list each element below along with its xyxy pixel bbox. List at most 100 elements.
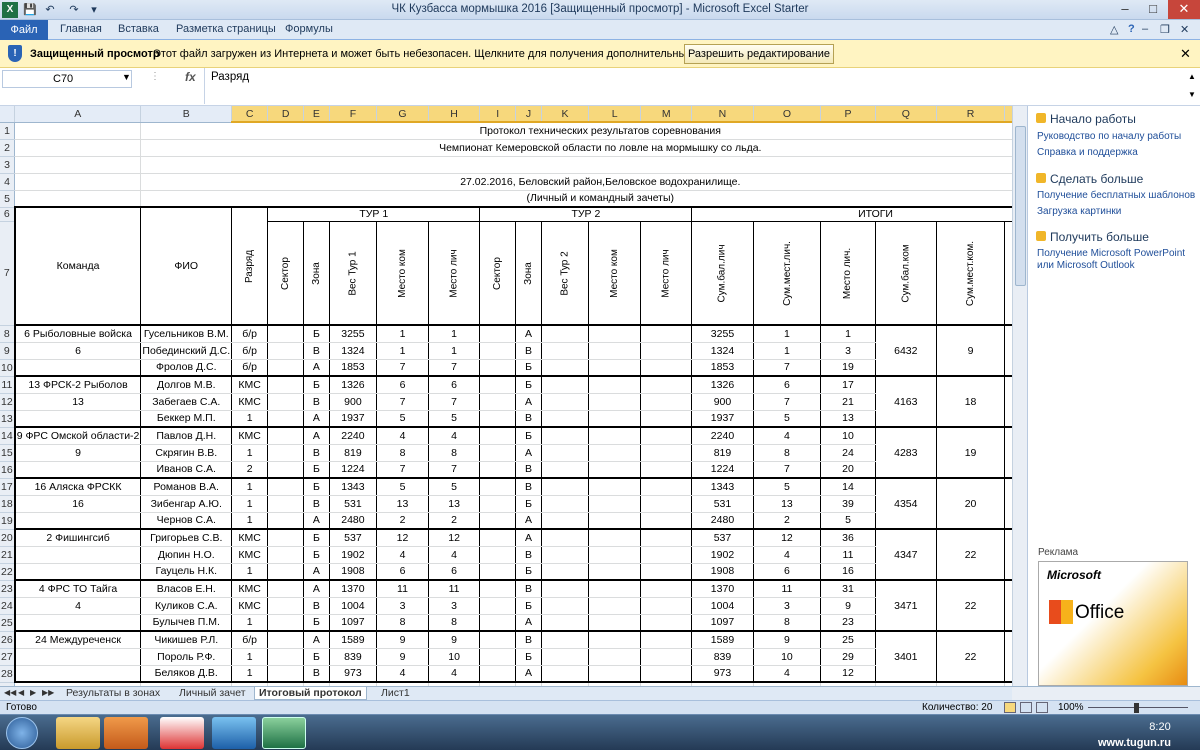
- zone-cell[interactable]: Б: [303, 614, 330, 632]
- weight-cell[interactable]: 1326: [329, 375, 378, 394]
- col-header-O[interactable]: O: [753, 106, 822, 123]
- weight-cell[interactable]: 1343: [329, 477, 378, 496]
- row-header-23[interactable]: 23: [0, 580, 16, 598]
- place-l-cell[interactable]: 36: [820, 528, 876, 547]
- place-pers2-cell[interactable]: [640, 546, 693, 564]
- place-pers2-cell[interactable]: [640, 410, 693, 428]
- weight2-cell[interactable]: [541, 546, 590, 564]
- sheet-tab-personal[interactable]: Личный зачет: [175, 687, 250, 700]
- rank-cell[interactable]: 1: [231, 495, 269, 513]
- team-name[interactable]: 9 ФРС Омской области-2: [13, 426, 142, 445]
- rank-cell[interactable]: 1: [231, 665, 269, 683]
- pane-link[interactable]: Загрузка картинки: [1037, 206, 1197, 218]
- normal-view-icon[interactable]: [1004, 702, 1016, 713]
- sum-places-cell[interactable]: 7: [753, 461, 822, 479]
- weight-cell[interactable]: 973: [329, 665, 378, 683]
- sum-score-cell[interactable]: 973: [691, 665, 754, 683]
- prev-sheet-icon[interactable]: ◀: [18, 688, 24, 697]
- col-header-place_l[interactable]: Место лич.: [820, 221, 876, 326]
- zone2-cell[interactable]: А: [515, 512, 542, 530]
- fio-cell[interactable]: Григорьев С.В.: [140, 528, 233, 547]
- weight-cell[interactable]: 1004: [329, 597, 378, 615]
- sheet-tab-zones[interactable]: Результаты в зонах: [62, 687, 164, 700]
- sector-cell[interactable]: [267, 324, 305, 343]
- cell[interactable]: [13, 614, 142, 632]
- zone2-cell[interactable]: Б: [515, 426, 542, 445]
- col-header-zone2[interactable]: Зона: [515, 221, 542, 326]
- clock[interactable]: 8:20: [1140, 721, 1180, 733]
- place-team-cell[interactable]: 12: [376, 528, 429, 547]
- place-l-cell[interactable]: 13: [820, 410, 876, 428]
- zone2-cell[interactable]: Б: [515, 648, 542, 666]
- place-pers2-cell[interactable]: [640, 342, 693, 360]
- sector-cell[interactable]: [267, 597, 305, 615]
- row-header-22[interactable]: 22: [0, 563, 16, 581]
- rank-cell[interactable]: 1: [231, 512, 269, 530]
- title-cell[interactable]: 27.02.2016, Беловский район,Беловское во…: [140, 173, 1012, 191]
- sector2-cell[interactable]: [479, 461, 517, 479]
- col-header-N[interactable]: N: [691, 106, 754, 123]
- sum-places-cell[interactable]: 7: [753, 359, 822, 377]
- rank-cell[interactable]: КМС: [231, 597, 269, 615]
- place-team-cell[interactable]: 6: [376, 375, 429, 394]
- sector2-cell[interactable]: [479, 665, 517, 683]
- rank-cell[interactable]: 2: [231, 461, 269, 479]
- sum-places-cell[interactable]: 11: [753, 579, 822, 598]
- place-team2-cell[interactable]: [588, 665, 641, 683]
- title-cell[interactable]: Протокол технических результатов соревно…: [140, 122, 1012, 140]
- row-header-3[interactable]: 3: [0, 156, 16, 174]
- team-sum-cell[interactable]: 4347: [875, 528, 937, 581]
- place-pers2-cell[interactable]: [640, 461, 693, 479]
- team-places-cell[interactable]: 20: [936, 477, 1006, 530]
- row-header-25[interactable]: 25: [0, 614, 16, 632]
- rank-cell[interactable]: б/р: [231, 630, 269, 649]
- team-places-cell[interactable]: 22: [936, 528, 1006, 581]
- sum-places-cell[interactable]: 1: [753, 324, 822, 343]
- sum-places-cell[interactable]: 6: [753, 563, 822, 581]
- weight2-cell[interactable]: [541, 597, 590, 615]
- team-sum-cell[interactable]: 4283: [875, 426, 937, 479]
- weight2-cell[interactable]: [541, 375, 590, 394]
- rank-cell[interactable]: КМС: [231, 579, 269, 598]
- zone-cell[interactable]: А: [303, 512, 330, 530]
- place-team-cell[interactable]: 7: [376, 359, 429, 377]
- row-header-21[interactable]: 21: [0, 546, 16, 564]
- scroll-thumb[interactable]: [1015, 126, 1026, 286]
- team-places-cell[interactable]: 22: [936, 630, 1006, 683]
- sector-cell[interactable]: [267, 579, 305, 598]
- place-l-cell[interactable]: 31: [820, 579, 876, 598]
- team-number[interactable]: [13, 546, 142, 564]
- weight-cell[interactable]: 1937: [329, 410, 378, 428]
- row-header-19[interactable]: 19: [0, 512, 16, 530]
- sum-score-cell[interactable]: 1326: [691, 375, 754, 394]
- row-header-10[interactable]: 10: [0, 359, 16, 377]
- team-number[interactable]: 9: [13, 444, 142, 462]
- zone2-cell[interactable]: В: [515, 342, 542, 360]
- rank-cell[interactable]: б/р: [231, 324, 269, 343]
- col-header-B[interactable]: B: [140, 106, 233, 123]
- zone-cell[interactable]: В: [303, 444, 330, 462]
- weight2-cell[interactable]: [541, 648, 590, 666]
- rank-cell[interactable]: 1: [231, 614, 269, 632]
- ribbon-collapse-icon[interactable]: △: [1110, 23, 1118, 36]
- sector-cell[interactable]: [267, 614, 305, 632]
- fio-cell[interactable]: Гауцель Н.К.: [140, 563, 233, 581]
- weight-cell[interactable]: 1589: [329, 630, 378, 649]
- place-l-cell[interactable]: 1: [820, 324, 876, 343]
- place-l-cell[interactable]: 3: [820, 342, 876, 360]
- place-l-cell[interactable]: 16: [820, 563, 876, 581]
- weight-cell[interactable]: 1902: [329, 546, 378, 564]
- place-team-cell[interactable]: 3: [376, 597, 429, 615]
- place-pers-cell[interactable]: 4: [428, 665, 481, 683]
- rank-cell[interactable]: б/р: [231, 342, 269, 360]
- zone-cell[interactable]: А: [303, 426, 330, 445]
- zone2-cell[interactable]: В: [515, 630, 542, 649]
- place-team2-cell[interactable]: [588, 375, 641, 394]
- col-header-H[interactable]: H: [428, 106, 481, 123]
- col-header-weight1[interactable]: Вес Тур 1: [329, 221, 378, 326]
- zone2-cell[interactable]: Б: [515, 359, 542, 377]
- zone2-cell[interactable]: Б: [515, 495, 542, 513]
- rank-cell[interactable]: 1: [231, 563, 269, 581]
- sum-score-cell[interactable]: 537: [691, 528, 754, 547]
- col-header-place_pers[interactable]: Место лич: [428, 221, 481, 326]
